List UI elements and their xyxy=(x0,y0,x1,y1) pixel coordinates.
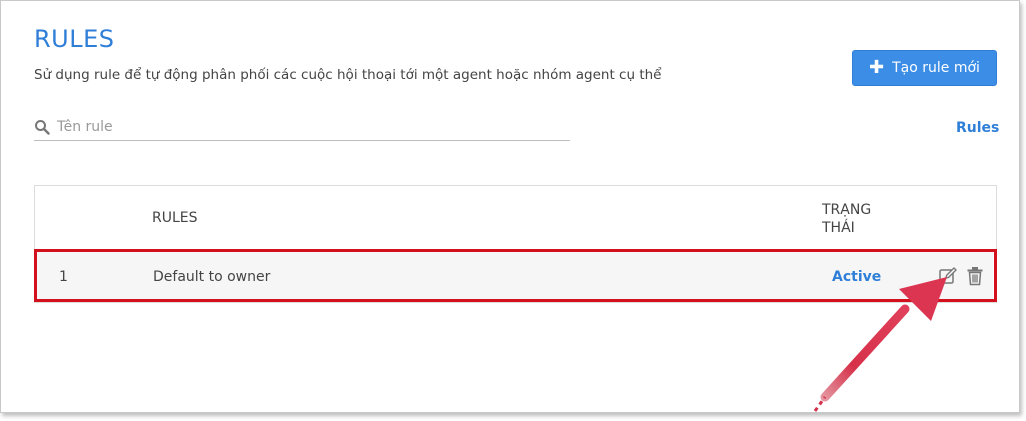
page-description: Sử dụng rule để tự động phân phối các cu… xyxy=(34,67,662,83)
create-rule-label: Tạo rule mới xyxy=(892,60,980,76)
table-header: RULES TRẠNG THÁI xyxy=(35,186,996,251)
page-title: RULES xyxy=(34,25,115,53)
column-header-status-line1: TRẠNG xyxy=(822,202,872,218)
rules-page: RULES Sử dụng rule để tự động phân phối … xyxy=(0,0,1020,413)
search-icon xyxy=(35,119,50,135)
create-rule-button[interactable]: ✚ Tạo rule mới xyxy=(852,50,997,86)
plus-icon: ✚ xyxy=(869,57,885,78)
search-bar xyxy=(34,113,570,141)
column-header-status: TRẠNG THÁI xyxy=(822,201,871,237)
annotation-arrow xyxy=(813,277,947,412)
column-header-rules: RULES xyxy=(152,210,198,226)
column-header-status-line2: THÁI xyxy=(822,220,855,236)
rules-link[interactable]: Rules xyxy=(956,120,999,136)
search-input[interactable] xyxy=(55,117,539,136)
